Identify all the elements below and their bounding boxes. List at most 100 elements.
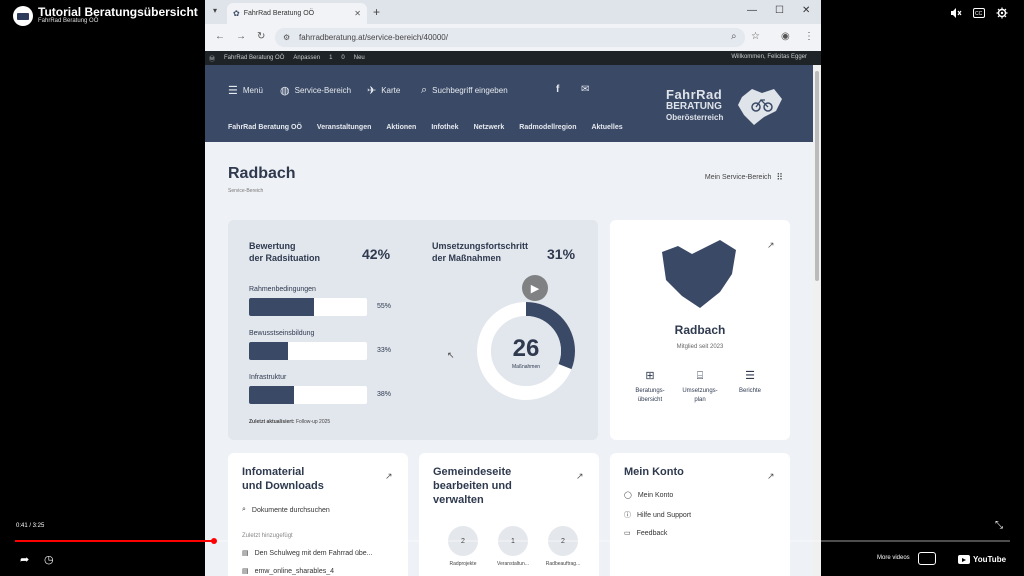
document-icon: ☰ — [745, 370, 755, 382]
bar-fill-infrastruktur — [249, 386, 294, 404]
scrollbar-thumb[interactable] — [815, 71, 819, 281]
search-icon: ⌕ — [242, 506, 246, 513]
video-title[interactable]: Tutorial Beratungsübersicht — [38, 5, 198, 19]
help-link[interactable]: ⓘ Hilfe und Support — [624, 510, 691, 520]
account-card[interactable]: Mein Konto ↗ ◯ Mein Konto ⓘ Hilfe und Su… — [610, 453, 790, 576]
wp-admin-bar: Ⓦ FahrRad Beratung OÖ Anpassen 1 0 Neu W… — [205, 51, 821, 65]
my-service-area-button[interactable]: Mein Service-Bereich ⠿ — [705, 172, 783, 183]
user-icon: ◯ — [624, 492, 632, 499]
nav-item-aktionen[interactable]: Aktionen — [386, 124, 416, 131]
nav-item-netzwerk[interactable]: Netzwerk — [474, 124, 505, 131]
service-area-link[interactable]: ◍ Service-Bereich — [280, 84, 351, 97]
wp-comments-count[interactable]: 0 — [341, 55, 344, 61]
feedback-link[interactable]: ▭ Feedback — [624, 529, 667, 538]
logo-line1: FahrRad — [666, 87, 723, 102]
recent-label: Zuletzt hinzugefügt — [242, 533, 293, 539]
logo-line3: Oberösterreich — [666, 113, 724, 122]
info-card[interactable]: Infomaterial und Downloads ↗ ⌕ Dokumente… — [228, 453, 408, 576]
rating-value: 42% — [362, 246, 391, 262]
captions-icon[interactable]: CC — [972, 6, 986, 20]
more-videos-label[interactable]: More videos — [877, 555, 910, 561]
bar-label-bewusstsein: Bewusstseinsbildung — [249, 330, 315, 337]
clipboard-icon: ⌸ — [696, 370, 704, 382]
map-label: Karte — [381, 86, 401, 95]
channel-name[interactable]: FahrRad Beratung OÖ — [38, 18, 98, 24]
wp-new-link[interactable]: Neu — [354, 55, 365, 61]
info-title-line2: und Downloads — [242, 480, 324, 492]
open-arrow-icon[interactable]: ↗ — [767, 471, 775, 482]
menu-button[interactable]: ☰ Menü — [228, 84, 263, 97]
progress-knob[interactable] — [211, 538, 217, 544]
community-page-card[interactable]: Gemeindeseite bearbeiten und verwalten ↗… — [419, 453, 599, 576]
nav-item-aktuelles[interactable]: Aktuelles — [591, 124, 622, 131]
wordpress-icon[interactable]: Ⓦ — [209, 54, 215, 63]
wp-customize-link[interactable]: Anpassen — [293, 55, 320, 61]
cp-title-line3: verwalten — [433, 494, 484, 506]
progress-title-line1: Umsetzungsfortschritt — [432, 241, 529, 251]
channel-avatar[interactable] — [13, 6, 33, 26]
nav-item-veranstaltungen[interactable]: Veranstaltungen — [317, 124, 371, 131]
menu-label: Menü — [242, 86, 263, 95]
wp-welcome[interactable]: Willkommen, Felicitas Egger — [731, 54, 807, 60]
feedback-icon: ▭ — [624, 530, 631, 537]
open-arrow-icon[interactable]: ↗ — [767, 240, 775, 251]
nav-item-radmodellregion[interactable]: Radmodellregion — [519, 124, 576, 131]
community-page-title: Gemeindeseite bearbeiten und verwalten — [433, 465, 512, 507]
account-link-label: Mein Konto — [637, 491, 674, 499]
logo-line2: BERATUNG — [666, 101, 722, 112]
watch-later-clock-icon[interactable]: ◷ — [44, 553, 54, 566]
facebook-icon[interactable]: f — [556, 84, 559, 95]
search-icon: ⌕ — [421, 84, 428, 96]
main-nav: FahrRad Beratung OÖ Veranstaltungen Akti… — [228, 124, 623, 131]
member-since: Mitglied seit 2023 — [676, 344, 724, 350]
site-logo[interactable]: FahrRad BERATUNG Oberösterreich — [666, 87, 786, 135]
share-icon[interactable]: ➦ — [20, 553, 29, 566]
more-videos-thumbnail[interactable] — [918, 552, 936, 565]
map-icon: ✈ — [367, 85, 377, 97]
reports-link[interactable]: ☰ Berichte — [727, 370, 773, 396]
progress-title: Umsetzungsfortschritt der Maßnahmen — [432, 240, 528, 264]
bar-pct-rahmen: 55% — [377, 303, 392, 310]
document-search[interactable]: ⌕ Dokumente durchsuchen — [242, 506, 330, 514]
link-label-1a: Beratungs- — [635, 388, 665, 394]
email-icon[interactable]: ✉ — [581, 84, 589, 95]
page-title: Radbach — [228, 165, 296, 182]
community-card[interactable]: ↗ Radbach Mitglied seit 2023 ⊞ Beratungs… — [610, 220, 790, 440]
open-arrow-icon[interactable]: ↗ — [385, 471, 393, 482]
measures-label: Maßnahmen — [512, 364, 540, 370]
mute-icon[interactable] — [949, 6, 963, 20]
bar-label-infrastruktur: Infrastruktur — [249, 374, 287, 381]
nav-item-infothek[interactable]: Infothek — [431, 124, 458, 131]
fullscreen-exit-icon[interactable]: ⤡ — [995, 520, 1003, 531]
link-label-2a: Umsetzungs- — [682, 388, 718, 394]
recent-doc-2[interactable]: ▤ emw_online_sharables_4 — [242, 567, 334, 576]
account-link[interactable]: ◯ Mein Konto — [624, 491, 674, 500]
svg-text:CC: CC — [975, 11, 983, 17]
stat-label-officers: Radbeauftrag... — [545, 561, 581, 567]
video-progress-bar[interactable] — [15, 538, 1010, 544]
updated-label: Zuletzt aktualisiert: — [249, 419, 295, 425]
nav-item-fahrrad[interactable]: FahrRad Beratung OÖ — [228, 124, 302, 131]
youtube-logo[interactable]: YouTube — [958, 555, 1006, 564]
bar-fill-rahmen — [249, 298, 314, 316]
settings-gear-icon[interactable] — [995, 6, 1009, 20]
implementation-plan-link[interactable]: ⌸ Umsetzungs- plan — [677, 370, 723, 405]
consulting-overview-link[interactable]: ⊞ Beratungs- übersicht — [627, 371, 673, 405]
document-icon: ▤ — [242, 568, 249, 575]
search-link[interactable]: ⌕ Suchbegriff eingeben — [421, 84, 508, 97]
link-label-2b: plan — [694, 397, 706, 403]
page-scrollbar[interactable] — [813, 65, 821, 576]
map-link[interactable]: ✈ Karte — [367, 84, 400, 97]
video-player[interactable]: Tutorial Beratungsübersicht FahrRad Bera… — [0, 0, 1024, 576]
open-arrow-icon[interactable]: ↗ — [576, 471, 584, 482]
account-title: Mein Konto — [624, 466, 684, 478]
wp-site-link[interactable]: FahrRad Beratung OÖ — [224, 55, 284, 61]
recent-doc-1[interactable]: ▤ Den Schulweg mit dem Fahrrad übe... — [242, 549, 373, 558]
play-icon[interactable]: ▶ — [522, 275, 548, 301]
progress-donut: 26 Maßnahmen — [477, 302, 575, 400]
wp-updates-count[interactable]: 1 — [329, 55, 332, 61]
updated-note: Zuletzt aktualisiert: Follow-up 2025 — [249, 419, 330, 425]
bar-track-infrastruktur — [249, 386, 367, 404]
breadcrumb[interactable]: Service-Bereich — [228, 188, 263, 194]
hamburger-icon: ☰ — [228, 85, 238, 97]
